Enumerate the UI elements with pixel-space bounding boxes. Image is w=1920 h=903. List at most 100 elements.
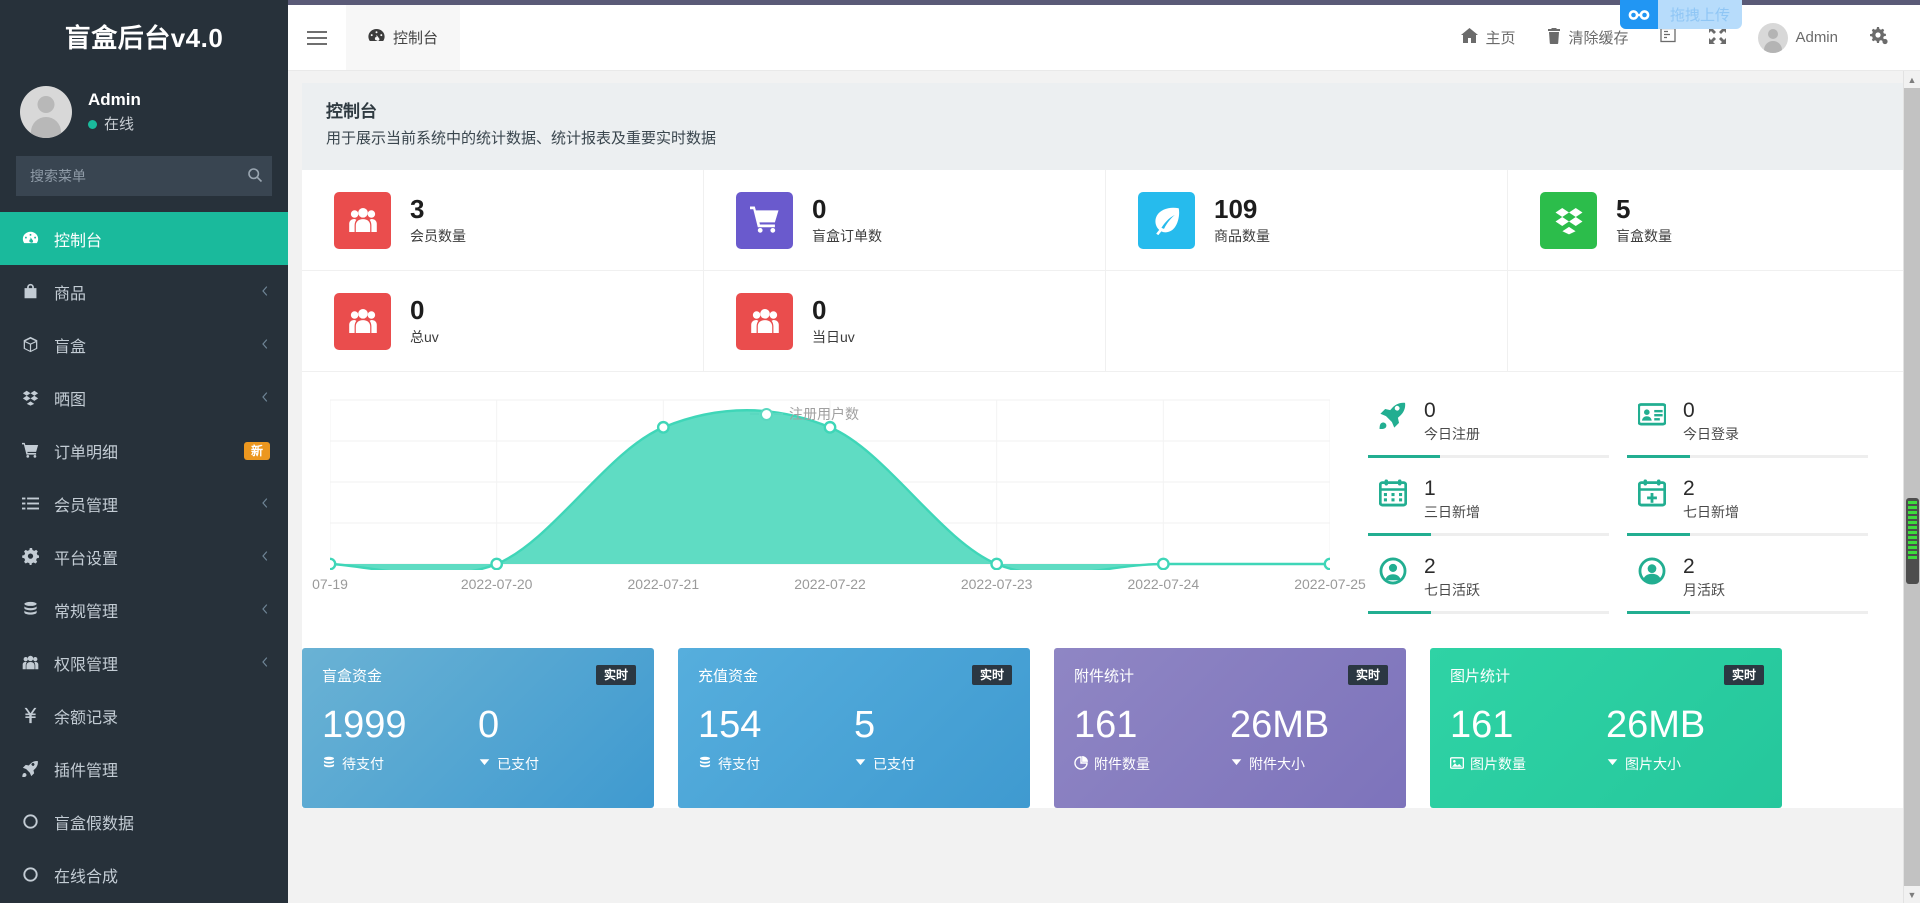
caret-down-icon <box>854 756 867 772</box>
chevron-left-icon <box>260 603 270 617</box>
image-icon <box>1449 756 1465 773</box>
stat-label: 当日uv <box>812 328 855 345</box>
stat-tile[interactable]: 0 总uv <box>302 271 704 372</box>
mini-stat[interactable]: 0 今日注册 <box>1368 398 1627 458</box>
mini-stat[interactable]: 0 今日登录 <box>1627 398 1886 458</box>
mini-stat-value: 2 <box>1683 477 1695 500</box>
stat-tile[interactable]: 5 盲盒数量 <box>1508 170 1910 271</box>
mini-stat[interactable]: 2 月活跃 <box>1627 554 1886 614</box>
card-label-right: 附件大小 <box>1230 754 1386 774</box>
cart-icon <box>736 191 793 249</box>
idcard-icon <box>1635 398 1669 429</box>
sidebar-item-label: 平台设置 <box>54 550 119 568</box>
card-value-right: 0 <box>478 704 500 746</box>
new-badge: 新 <box>243 441 270 460</box>
users-icon <box>22 654 48 671</box>
sidebar-item-4[interactable]: 晒图 <box>0 371 288 424</box>
card-title: 充值资金 <box>698 668 759 685</box>
sidebar-item-7[interactable]: 平台设置 <box>0 530 288 583</box>
sidebar-item-9[interactable]: 权限管理 <box>0 636 288 689</box>
stat-tile[interactable]: 0 盲盒订单数 <box>704 170 1106 271</box>
stat-tile[interactable]: 0 当日uv <box>704 271 1106 372</box>
stat-value: 0 <box>812 193 827 224</box>
stat-tile[interactable]: 3 会员数量 <box>302 170 704 271</box>
sidebar-user[interactable]: Admin 在线 <box>0 72 288 156</box>
home-button[interactable]: 主页 <box>1445 5 1531 71</box>
sidebar-item-2[interactable]: 商品 <box>0 265 288 318</box>
page-scrollbar[interactable]: ▲ ▼ <box>1903 71 1920 903</box>
stat-label: 会员数量 <box>410 227 466 244</box>
sidebar: 盲盒后台v4.0 Admin 在线 控制台商品盲盒晒图订单明细 新会员管理平台设置… <box>0 0 288 903</box>
stat-value: 0 <box>812 294 827 325</box>
mini-stat-value: 2 <box>1683 555 1695 578</box>
summary-card[interactable]: 盲盒资金 实时 1999 0 待支付 已支付 <box>302 648 654 808</box>
dropbox-icon <box>1540 191 1597 249</box>
stat-tile[interactable]: 109 商品数量 <box>1106 170 1508 271</box>
sidebar-item-10[interactable]: 余额记录 <box>0 689 288 742</box>
card-value-left: 1999 <box>322 704 407 746</box>
users-icon <box>334 292 391 350</box>
avatar <box>20 86 72 138</box>
stat-tiles: 3 会员数量 0 盲盒订单数 109 商品数量 5 盲盒数量 0 总uv 0 当日uv <box>302 170 1910 372</box>
summary-card[interactable]: 图片统计 实时 161 26MB 图片数量 图片大小 <box>1430 648 1782 808</box>
sidebar-item-11[interactable]: 插件管理 <box>0 742 288 795</box>
box-icon <box>22 336 48 353</box>
register-users-chart[interactable]: 注册用户数 07-19 2022-07-20 2022-07-21 2022-07-2… <box>312 394 1366 604</box>
settings-button[interactable] <box>1854 5 1904 71</box>
scroll-up-arrow-icon[interactable]: ▲ <box>1904 71 1920 88</box>
sidebar-item-12[interactable]: 盲盒假数据 <box>0 795 288 848</box>
sidebar-item-8[interactable]: 常规管理 <box>0 583 288 636</box>
user-menu-button[interactable]: Admin <box>1742 5 1854 71</box>
sidebar-item-13[interactable]: 在线合成 <box>0 848 288 901</box>
realtime-badge: 实时 <box>1347 665 1388 685</box>
sidebar-item-1[interactable]: 控制台 <box>0 212 288 265</box>
mini-stat[interactable]: 2 七日新增 <box>1627 476 1886 536</box>
scrollbar-thumb[interactable] <box>1906 498 1919 584</box>
scrollbar-track[interactable] <box>1904 88 1920 886</box>
tab-console-label: 控制台 <box>393 30 439 47</box>
chevron-left-icon <box>260 391 270 405</box>
x-axis-tick-label: 2022-07-22 <box>794 576 866 592</box>
sidebar-scrollbar[interactable] <box>0 896 288 903</box>
circle-icon <box>22 813 48 830</box>
realtime-badge: 实时 <box>595 665 636 685</box>
mini-stat-label: 七日新增 <box>1683 504 1739 520</box>
fullscreen-icon <box>1709 27 1727 48</box>
hamburger-menu-icon[interactable] <box>288 5 346 70</box>
sidebar-item-label: 订单明细 <box>54 444 119 462</box>
sidebar-item-label: 权限管理 <box>54 656 119 674</box>
x-axis-tick-label: 2022-07-21 <box>627 576 700 592</box>
sidebar-item-label: 插件管理 <box>54 762 119 780</box>
header-user-name: Admin <box>1795 29 1838 46</box>
mini-stat-label: 今日注册 <box>1424 426 1480 442</box>
summary-card[interactable]: 充值资金 实时 154 5 待支付 已支付 <box>678 648 1030 808</box>
scroll-down-arrow-icon[interactable]: ▼ <box>1904 886 1920 903</box>
sidebar-item-3[interactable]: 盲盒 <box>0 318 288 371</box>
content-scroll: 控制台 用于展示当前系统中的统计数据、统计报表及重要实时数据 3 会员数量 0 盲盒订… <box>288 71 1920 903</box>
dashboard-icon <box>368 28 385 47</box>
drag-upload-widget[interactable]: 拖拽上传 <box>1619 0 1742 29</box>
circle-icon <box>22 866 48 883</box>
mini-stat[interactable]: 2 七日活跃 <box>1368 554 1627 614</box>
tab-console[interactable]: 控制台 <box>346 5 461 70</box>
app-root: 盲盒后台v4.0 Admin 在线 控制台商品盲盒晒图订单明细 新会员管理平台设置… <box>0 0 1920 903</box>
search-input[interactable] <box>16 156 272 196</box>
card-title: 图片统计 <box>1450 668 1511 685</box>
x-axis-tick-label: 2022-07-23 <box>960 576 1033 592</box>
mini-stats: 0 今日注册 0 今日登录 1 三日新增 2 七日新增 2 七日活跃 2 月活跃 <box>1358 382 1910 632</box>
mini-stat[interactable]: 1 三日新增 <box>1368 476 1627 536</box>
gear-icon <box>1870 26 1888 49</box>
summary-card[interactable]: 附件统计 实时 161 26MB 附件数量 附件大小 <box>1054 648 1406 808</box>
user-circle-solid-icon <box>1635 554 1669 585</box>
sidebar-item-6[interactable]: 会员管理 <box>0 477 288 530</box>
online-dot-icon <box>88 120 97 129</box>
card-value-left: 161 <box>1074 704 1138 746</box>
x-axis-tick-label: 2022-07-25 <box>1294 576 1366 592</box>
sidebar-item-label: 盲盒假数据 <box>54 815 135 833</box>
database-icon <box>22 601 48 618</box>
sidebar-item-label: 在线合成 <box>54 868 119 886</box>
chart-legend[interactable]: 注册用户数 <box>750 404 859 424</box>
gear-icon <box>22 548 48 565</box>
sidebar-item-5[interactable]: 订单明细 新 <box>0 424 288 477</box>
search-icon[interactable] <box>246 167 264 185</box>
